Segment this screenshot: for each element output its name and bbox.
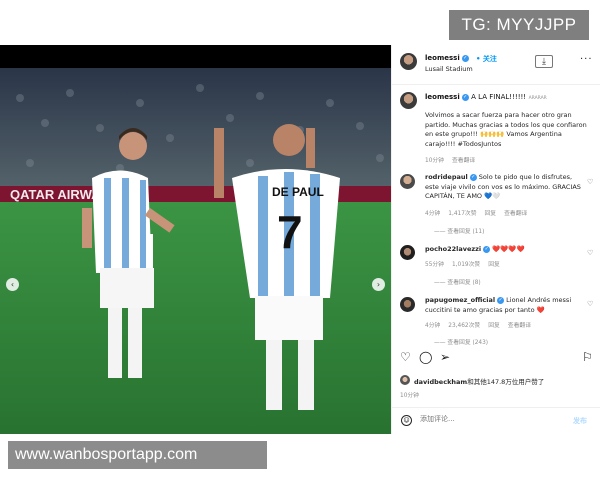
- chevron-right-icon[interactable]: ›: [372, 278, 385, 291]
- more-icon[interactable]: ···: [580, 54, 593, 65]
- instagram-post: QATAR AIRWAYS DE PAUL 7 ‹ › leomessi ✓ •…: [0, 45, 600, 434]
- send-icon[interactable]: ➢: [440, 350, 450, 364]
- translate-link[interactable]: 查看翻译: [508, 323, 531, 329]
- avatar[interactable]: [400, 174, 415, 189]
- bookmark-icon[interactable]: ⚐: [582, 350, 593, 364]
- avatar[interactable]: [400, 375, 410, 385]
- emoji-icon[interactable]: ☺: [401, 415, 412, 426]
- jersey-name: DE PAUL: [272, 185, 324, 199]
- comment-username[interactable]: papugomez_official: [425, 296, 495, 304]
- avatar[interactable]: [400, 245, 415, 260]
- likes-summary[interactable]: davidbeckham和其他147.8万位用户赞了: [414, 376, 544, 386]
- post-time: 10分钟: [400, 393, 419, 399]
- reply-button[interactable]: 回复: [485, 211, 497, 217]
- view-replies-button[interactable]: —— 查看回复 (8): [434, 277, 481, 286]
- comment-username[interactable]: rodridepaul: [425, 173, 468, 181]
- page: TG: MYYJJPP QATAR AIRWAYS DE PAUL 7 ‹ › …: [0, 0, 600, 480]
- watermark-bottom: www.wanbosportapp.com: [8, 441, 267, 469]
- caption-username[interactable]: leomessi ✓ A LA FINAL!!!!!! ARARAR: [425, 93, 547, 101]
- verified-icon: ✓: [469, 173, 477, 181]
- view-replies-button[interactable]: —— 查看回复 (11): [434, 226, 484, 235]
- chevron-left-icon[interactable]: ‹: [6, 278, 19, 291]
- heart-icon[interactable]: ♡: [587, 178, 593, 186]
- comment-input[interactable]: [420, 415, 540, 423]
- comment-meta: 4分钟 23,462次赞 回复 查看翻译: [425, 323, 531, 329]
- heart-icon[interactable]: ♡: [587, 249, 593, 257]
- caption-meta: 10分钟 查看翻译: [425, 158, 476, 164]
- caption-body: Volvimos a sacar fuerza para hacer otro …: [425, 111, 587, 148]
- comment-bar: ☺ 发布: [392, 407, 600, 434]
- follow-button[interactable]: • 关注: [476, 54, 497, 64]
- heart-icon[interactable]: ♡: [587, 300, 593, 308]
- heart-icon[interactable]: ♡: [400, 350, 411, 364]
- post-sidebar: leomessi ✓ • 关注 Lusail Stadium ⤓ ··· leom…: [391, 45, 600, 434]
- comment-username[interactable]: pocho22lavezzi: [425, 245, 481, 253]
- translate-link[interactable]: 查看翻译: [504, 211, 527, 217]
- post-media[interactable]: QATAR AIRWAYS DE PAUL 7 ‹ ›: [0, 45, 391, 434]
- view-replies-button[interactable]: —— 查看回复 (243): [434, 337, 488, 346]
- reply-button[interactable]: 回复: [488, 323, 500, 329]
- verified-icon: ✓: [461, 54, 469, 62]
- avatar[interactable]: [400, 92, 417, 109]
- comment-icon[interactable]: ◯: [419, 350, 432, 364]
- post-header: leomessi ✓ • 关注 Lusail Stadium ⤓ ···: [392, 45, 600, 85]
- photo-illustration: QATAR AIRWAYS DE PAUL 7: [0, 68, 391, 434]
- watermark-top: TG: MYYJJPP: [449, 10, 589, 40]
- comment-item: pocho22lavezzi ✓ ❤️❤️❤️❤️: [425, 245, 583, 255]
- post-photo: QATAR AIRWAYS DE PAUL 7: [0, 68, 391, 434]
- download-icon[interactable]: ⤓: [535, 55, 553, 68]
- comment-item: papugomez_official ✓ Lionel Andrés messi …: [425, 296, 583, 315]
- comment-item: rodridepaul ✓ Solo te pido que lo disfrut…: [425, 173, 583, 202]
- verified-icon: ✓: [461, 93, 469, 101]
- comment-text: ❤️❤️❤️❤️: [492, 245, 525, 253]
- jersey-number: 7: [277, 206, 303, 258]
- comment-meta: 4分钟 1,417次赞 回复 查看翻译: [425, 211, 528, 217]
- avatar[interactable]: [400, 53, 417, 70]
- location-link[interactable]: Lusail Stadium: [425, 65, 473, 73]
- avatar[interactable]: [400, 297, 415, 312]
- post-comment-button[interactable]: 发布: [573, 416, 587, 426]
- verified-icon: ✓: [483, 245, 491, 253]
- author-username[interactable]: leomessi ✓: [425, 54, 469, 62]
- reply-button[interactable]: 回复: [488, 262, 500, 268]
- translate-link[interactable]: 查看翻译: [452, 158, 475, 164]
- comment-meta: 55分钟 1,019次赞 回复: [425, 262, 500, 268]
- verified-icon: ✓: [497, 296, 505, 304]
